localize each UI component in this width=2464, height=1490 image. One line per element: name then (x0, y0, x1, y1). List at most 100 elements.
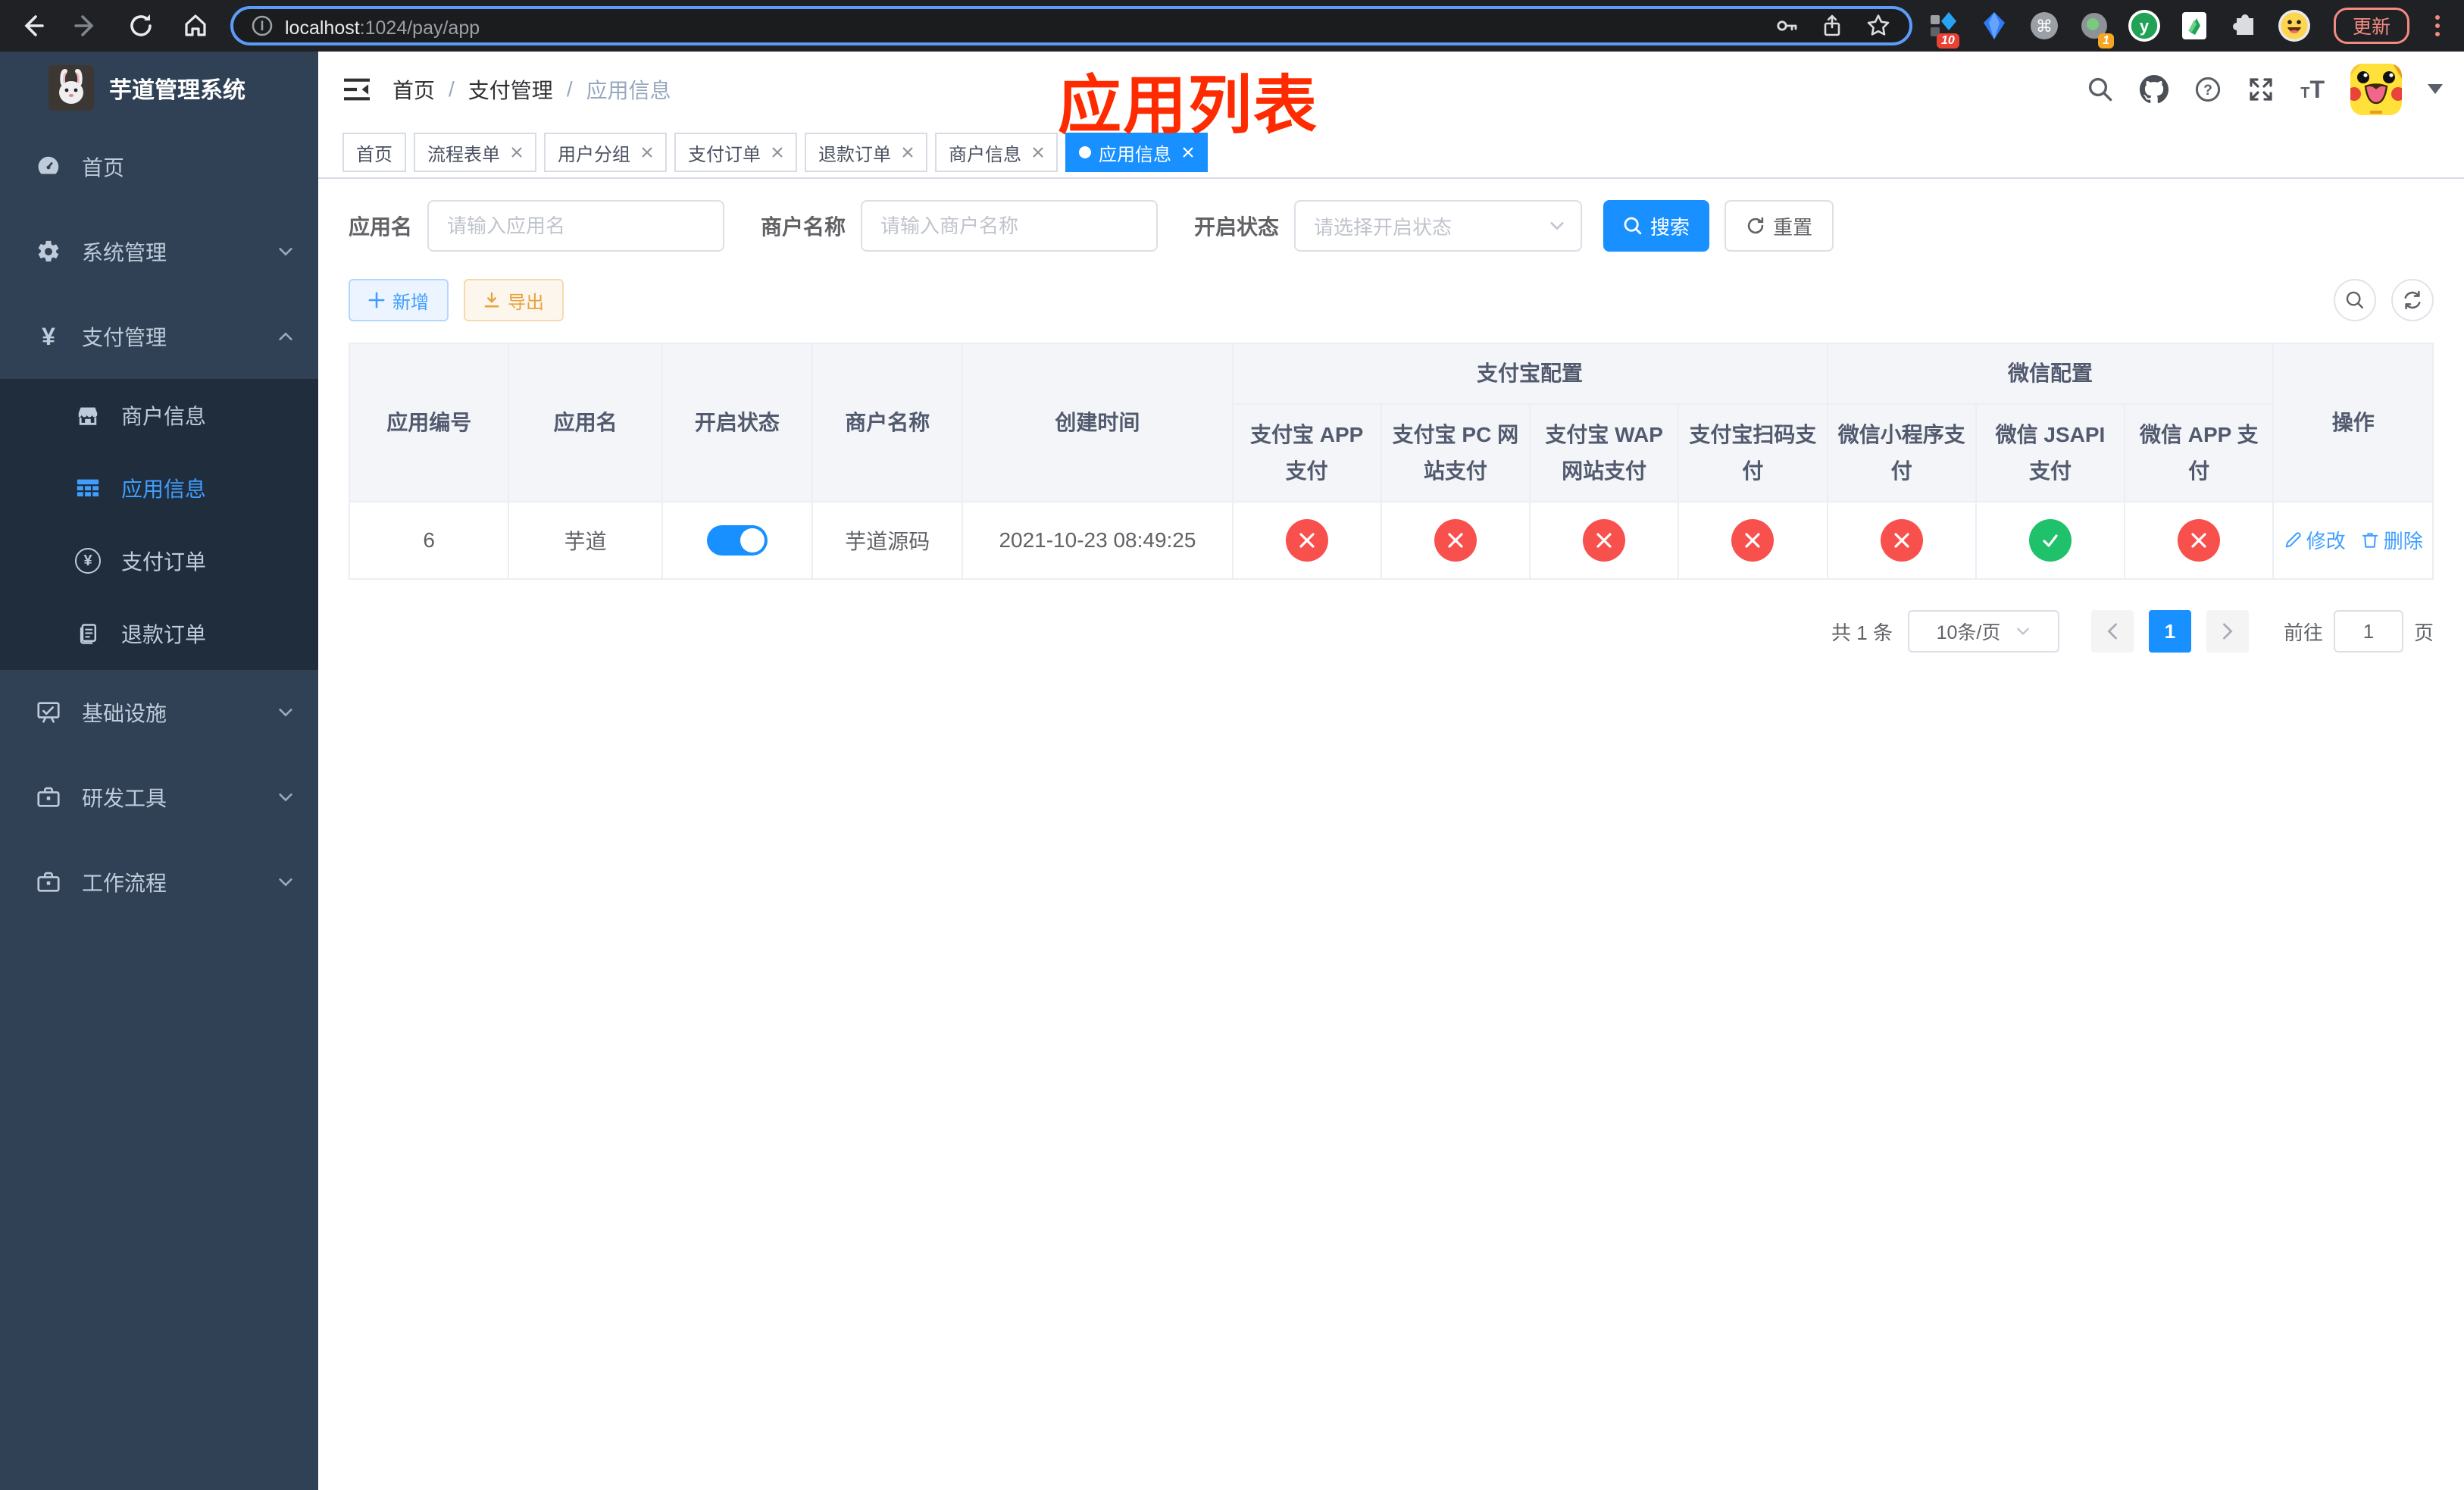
merchant-name-input[interactable] (861, 200, 1159, 252)
sidebar-item-label: 系统管理 (82, 241, 167, 265)
delete-link[interactable]: 删除 (2361, 526, 2423, 554)
sidebar-item-refund-order[interactable]: 退款订单 (0, 597, 318, 670)
status-check-icon (2028, 519, 2072, 562)
search-button[interactable]: 搜索 (1603, 200, 1710, 252)
fullscreen-icon[interactable] (2247, 76, 2275, 103)
tag-process-form[interactable]: 流程表单 (414, 133, 536, 172)
cell-alipay-wap (1529, 501, 1680, 581)
pixel-extension-icon[interactable]: 10 (1928, 9, 1961, 49)
col-merchant: 商户名称 (811, 343, 964, 503)
sidebar-item-label: 应用信息 (121, 477, 207, 501)
site-info-icon[interactable] (252, 15, 273, 36)
reset-button[interactable]: 重置 (1724, 200, 1834, 252)
col-alipay-qr: 支付宝扫码支付 (1678, 403, 1828, 503)
browser-back-icon[interactable] (15, 9, 48, 42)
goto-label: 前往 (2283, 621, 2323, 644)
tag-home[interactable]: 首页 (342, 133, 406, 172)
chrome-menu-icon[interactable] (2426, 9, 2449, 42)
tag-merchant-info[interactable]: 商户信息 (935, 133, 1058, 172)
proxy-extension-icon[interactable]: 1 (2078, 9, 2114, 49)
toggle-search-button[interactable] (2334, 279, 2376, 321)
password-key-icon[interactable] (1775, 14, 1799, 38)
tags-view-bar: 首页 流程表单 用户分组 支付订单 退款订单 商户信息 应用信息 (318, 127, 2464, 179)
next-page-button[interactable] (2206, 610, 2249, 653)
status-select[interactable]: 请选择开启状态 (1294, 200, 1583, 252)
caret-down-icon[interactable] (2428, 84, 2443, 95)
y-extension-icon[interactable]: y (2128, 9, 2161, 42)
chrome-update-button[interactable]: 更新 (2333, 8, 2409, 44)
breadcrumb-home[interactable]: 首页 (392, 74, 435, 105)
navbar: 首页 / 支付管理 / 应用信息 ? TT (318, 52, 2464, 127)
page-number-button[interactable]: 1 (2148, 610, 2191, 653)
prev-page-button[interactable] (2090, 610, 2134, 653)
breadcrumb-payment[interactable]: 支付管理 (468, 74, 553, 105)
toolbox-icon (33, 869, 64, 895)
share-icon[interactable] (1820, 14, 1844, 38)
sidebar-item-label: 首页 (82, 156, 125, 180)
app-logo[interactable]: 芋道管理系统 (0, 52, 318, 124)
main-area: 应用列表 首页 / 支付管理 / 应用信息 ? TT 首页 流程表单 用户分组 … (318, 52, 2464, 1490)
bookmark-star-icon[interactable] (1865, 13, 1891, 39)
docs-extension-icon[interactable] (2178, 9, 2211, 42)
font-size-icon[interactable]: TT (2300, 76, 2325, 104)
download-icon (484, 292, 499, 308)
sidebar-item-app-info[interactable]: 应用信息 (0, 452, 318, 524)
extensions-area: 10 ⌘ 1 y 更新 (1928, 8, 2449, 49)
chevron-up-icon (277, 328, 294, 345)
sidebar-menu: 首页 系统管理 ¥ 支付管理 商户信息 应用信息 ¥ 支付订单 退款订单 基础设… (0, 124, 318, 925)
cell-wx-jsapi (1975, 501, 2126, 581)
sidebar-collapse-icon[interactable] (342, 77, 371, 102)
avatar[interactable] (2350, 64, 2402, 115)
navbar-actions: ? TT (2087, 64, 2443, 115)
close-icon[interactable] (902, 146, 914, 158)
chevron-right-icon (2223, 623, 2233, 640)
refresh-table-button[interactable] (2391, 279, 2434, 321)
gem-extension-icon[interactable] (1978, 9, 2011, 42)
tag-user-group[interactable]: 用户分组 (544, 133, 667, 172)
close-icon[interactable] (641, 146, 653, 158)
chevron-down-icon (277, 704, 294, 721)
browser-refresh-icon[interactable] (124, 9, 158, 42)
edit-link[interactable]: 修改 (2284, 526, 2346, 554)
puzzle-extensions-icon[interactable] (2228, 9, 2261, 42)
browser-forward-icon[interactable] (70, 9, 103, 42)
sidebar-item-dev-tools[interactable]: 研发工具 (0, 755, 318, 840)
goto-page-input[interactable] (2333, 610, 2403, 653)
yen-circle-icon: ¥ (73, 548, 103, 574)
sidebar-item-system[interactable]: 系统管理 (0, 209, 318, 294)
url-bar[interactable]: localhost:1024/pay/app (230, 6, 1912, 45)
status-cross-icon (2178, 519, 2221, 562)
close-icon[interactable] (1182, 146, 1194, 158)
svg-text:y: y (2140, 17, 2150, 36)
sidebar-item-infrastructure[interactable]: 基础设施 (0, 670, 318, 755)
close-icon[interactable] (511, 146, 523, 158)
col-group-alipay: 支付宝配置 (1231, 343, 1828, 405)
emoji-avatar-icon[interactable] (2278, 9, 2311, 42)
close-icon[interactable] (1032, 146, 1044, 158)
command-extension-icon[interactable]: ⌘ (2028, 9, 2061, 42)
tag-refund-order[interactable]: 退款订单 (805, 133, 927, 172)
sidebar-item-home[interactable]: 首页 (0, 124, 318, 209)
app-name-input[interactable] (427, 200, 725, 252)
add-button[interactable]: 新增 (349, 279, 449, 321)
chevron-down-icon (2017, 628, 2030, 636)
refresh-icon (1747, 217, 1764, 234)
cell-status (661, 501, 814, 581)
sidebar-item-pay-order[interactable]: ¥ 支付订单 (0, 524, 318, 597)
github-icon[interactable] (2140, 75, 2169, 104)
sidebar-item-merchant-info[interactable]: 商户信息 (0, 379, 318, 452)
col-actions: 操作 (2272, 343, 2434, 503)
tag-pay-order[interactable]: 支付订单 (674, 133, 797, 172)
grid-table-icon (73, 475, 103, 501)
app-title: 芋道管理系统 (109, 78, 245, 103)
export-button[interactable]: 导出 (464, 279, 564, 321)
sidebar-item-workflow[interactable]: 工作流程 (0, 840, 318, 925)
page-size-select[interactable]: 10条/页 (1907, 610, 2059, 653)
search-icon[interactable] (2087, 76, 2114, 103)
status-toggle[interactable] (706, 525, 768, 556)
sidebar-item-payment[interactable]: ¥ 支付管理 (0, 294, 318, 379)
browser-home-icon[interactable] (179, 9, 212, 42)
close-icon[interactable] (771, 146, 783, 158)
help-icon[interactable]: ? (2194, 76, 2222, 103)
col-alipay-pc: 支付宝 PC 网站支付 (1380, 403, 1531, 503)
